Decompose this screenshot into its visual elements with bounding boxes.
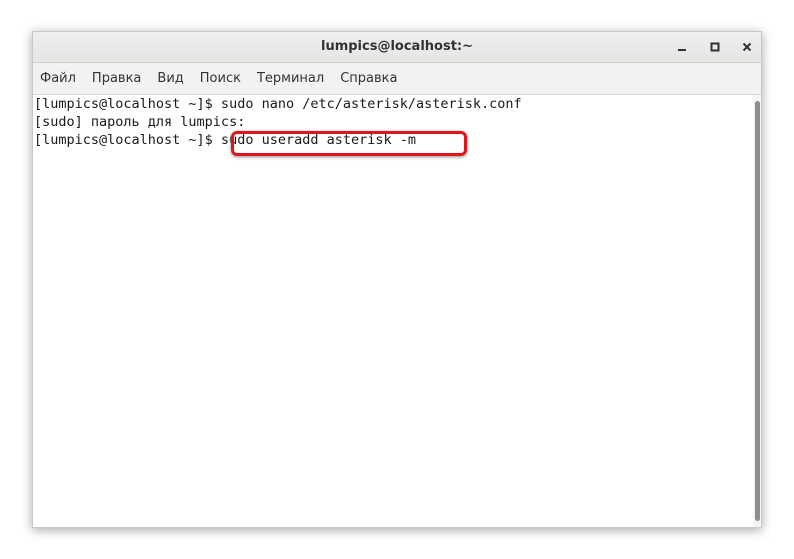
scrollbar[interactable] — [753, 95, 761, 527]
menu-search[interactable]: Поиск — [200, 71, 241, 86]
menu-terminal[interactable]: Терминал — [257, 71, 324, 86]
close-icon — [742, 42, 752, 52]
terminal-line: [sudo] пароль для lumpics: — [34, 114, 246, 130]
menu-bar: Файл Правка Вид Поиск Терминал Справка — [33, 63, 761, 95]
close-button[interactable] — [738, 38, 756, 56]
title-bar[interactable]: lumpics@localhost:~ — [33, 32, 761, 63]
minimize-icon — [678, 49, 686, 51]
menu-help[interactable]: Справка — [340, 71, 397, 86]
menu-edit[interactable]: Правка — [92, 71, 141, 86]
menu-file[interactable]: Файл — [40, 71, 76, 86]
menu-view[interactable]: Вид — [157, 71, 183, 86]
scrollbar-thumb[interactable] — [755, 101, 760, 521]
terminal-window: lumpics@localhost:~ Файл Правка Вид Поис… — [32, 31, 762, 528]
maximize-icon — [710, 42, 720, 52]
command-highlight — [231, 131, 467, 156]
minimize-button[interactable] — [673, 38, 691, 56]
terminal-output[interactable]: [lumpics@localhost ~]$ sudo nano /etc/as… — [33, 95, 753, 527]
window-title: lumpics@localhost:~ — [320, 39, 473, 54]
maximize-button[interactable] — [706, 38, 724, 56]
terminal-line: [lumpics@localhost ~]$ sudo nano /etc/as… — [34, 96, 522, 112]
